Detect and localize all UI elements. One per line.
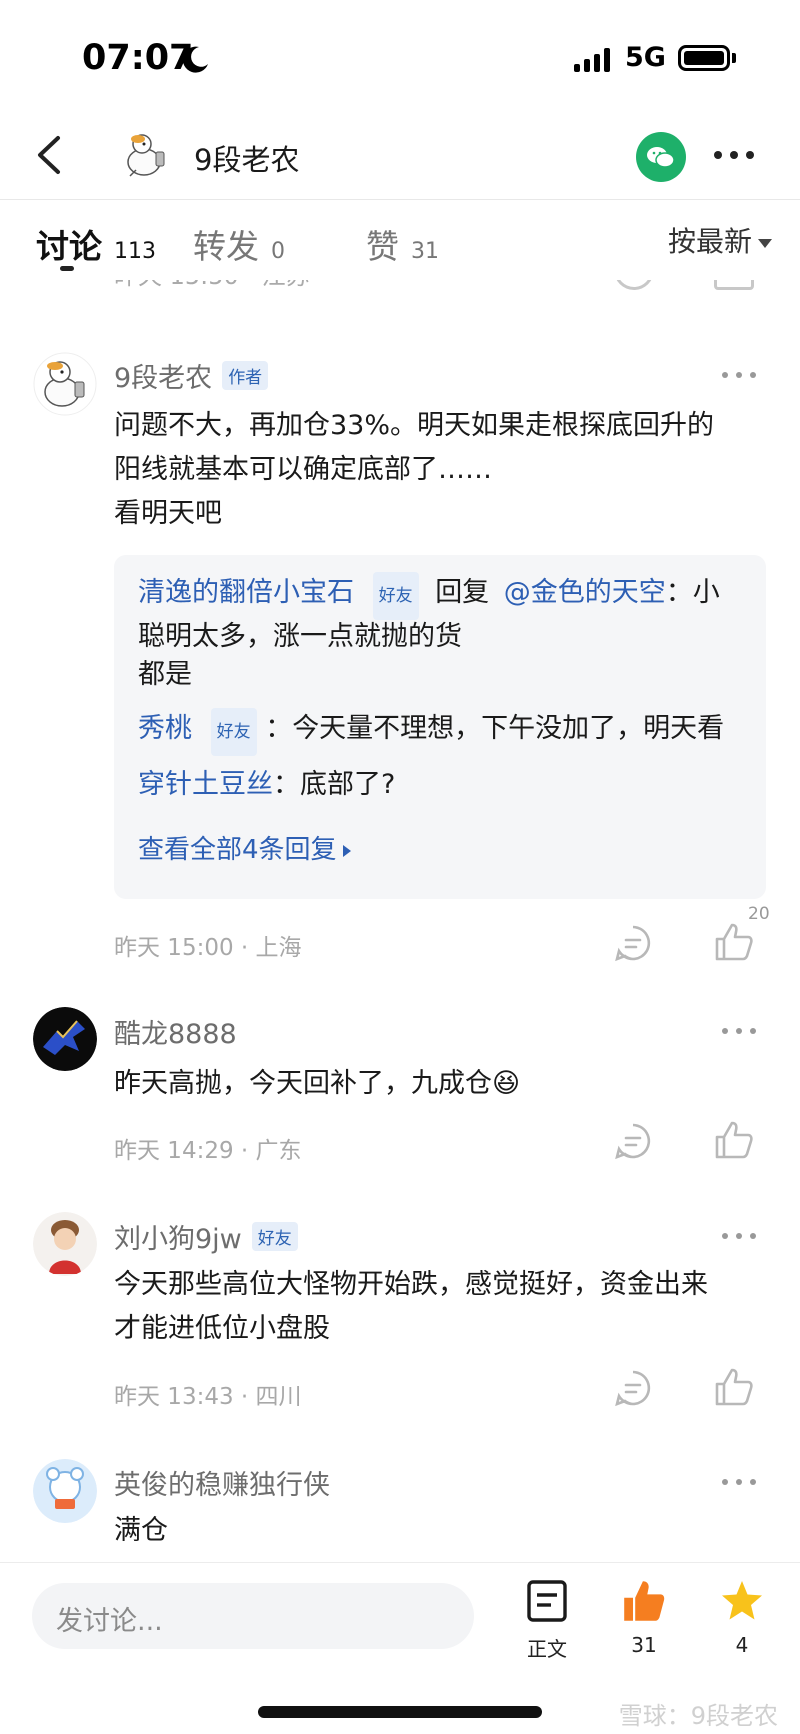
moon-icon xyxy=(182,46,208,73)
comment-text: 满仓 xyxy=(114,1515,168,1546)
home-indicator[interactable] xyxy=(258,1706,542,1718)
reply-icon[interactable] xyxy=(614,1122,652,1160)
nav-header: 9段老农 xyxy=(0,110,800,200)
comment-text: 问题不大，再加仓33%。明天如果走根探底回升的 阳线就基本可以确定底部了…… 看… xyxy=(114,410,715,529)
friend-badge: 好友 xyxy=(210,708,257,756)
thumbs-up-icon[interactable] xyxy=(714,1367,754,1407)
commenter-avatar[interactable] xyxy=(33,352,97,416)
comment-text: 今天那些高位大怪物开始跌，感觉挺好，资金出来 才能进低位小盘股 xyxy=(114,1269,708,1344)
tab-discussion[interactable]: 讨论 113 xyxy=(36,220,156,268)
watermark: 雪球：9段老农 xyxy=(618,1702,778,1730)
thumbs-up-icon[interactable] xyxy=(714,922,754,962)
tab-bar: 讨论 113 转发 0 赞 31 按最新 xyxy=(0,200,800,280)
article-button[interactable]: 正文 xyxy=(512,1579,582,1662)
active-tab-indicator xyxy=(60,266,74,271)
commenter-avatar[interactable] xyxy=(33,1212,97,1276)
comment-more-button[interactable] xyxy=(722,370,758,380)
view-all-replies-link[interactable]: 查看全部4条回复 xyxy=(138,829,351,866)
sort-label: 按最新 xyxy=(667,225,752,258)
status-bar: 07:07 5G xyxy=(0,0,800,110)
favorite-button[interactable]: 4 xyxy=(707,1579,777,1657)
triangle-right-icon xyxy=(342,844,351,857)
reply-item: 穿针土豆丝：底部了? xyxy=(138,769,396,800)
signal-icon xyxy=(574,46,614,72)
more-menu-button[interactable] xyxy=(714,148,756,162)
comment-meta: 昨天 13:43 · 四川 xyxy=(114,1384,302,1410)
reply-user[interactable]: 清逸的翻倍小宝石 xyxy=(138,577,354,608)
page-title[interactable]: 9段老农 xyxy=(194,137,299,179)
reply-target[interactable]: @金色的天空 xyxy=(504,577,666,608)
comment-text: 昨天高抛，今天回补了，九成仓😆 xyxy=(114,1068,521,1099)
comment-meta: 昨天 14:29 · 广东 xyxy=(114,1138,302,1164)
reply-icon[interactable] xyxy=(614,1369,652,1407)
commenter-avatar[interactable] xyxy=(33,1007,97,1071)
friend-badge: 好友 xyxy=(251,1222,298,1251)
like-count: 20 xyxy=(748,904,770,924)
status-time: 07:07 xyxy=(82,38,194,78)
document-icon xyxy=(527,1580,567,1622)
commenter-name[interactable]: 酷龙8888 xyxy=(114,1012,237,1051)
network-label: 5G xyxy=(625,42,666,73)
back-arrow-icon[interactable] xyxy=(30,130,74,180)
reply-preview-box[interactable]: 清逸的翻倍小宝石 好友 回复 @金色的天空：小 聪明太多，涨一点就抛的货 都是 … xyxy=(114,555,766,899)
reply-item: 清逸的翻倍小宝石 好友 回复 @金色的天空：小 xyxy=(138,571,748,620)
friend-badge: 好友 xyxy=(372,572,419,620)
author-badge: 作者 xyxy=(222,361,269,390)
tab-reposts[interactable]: 转发 0 xyxy=(193,220,285,268)
commenter-avatar[interactable] xyxy=(33,1459,97,1523)
author-avatar[interactable] xyxy=(118,126,176,184)
caret-down-icon xyxy=(758,238,772,248)
star-icon xyxy=(722,1581,762,1620)
battery-icon xyxy=(678,45,730,71)
wechat-share-button[interactable] xyxy=(636,132,686,182)
reply-text: 都是 xyxy=(138,659,192,690)
discussion-input[interactable]: 发讨论... xyxy=(32,1583,474,1649)
tab-likes[interactable]: 赞 31 xyxy=(366,220,439,268)
comment-meta: 昨天 15:00 · 上海 xyxy=(114,935,302,961)
battery-tip xyxy=(732,53,736,63)
commenter-name[interactable]: 9段老农 作者 xyxy=(114,356,269,395)
like-post-button[interactable]: 31 xyxy=(609,1579,679,1657)
thumbs-up-icon[interactable] xyxy=(714,1120,754,1160)
sort-dropdown[interactable]: 按最新 xyxy=(668,220,772,260)
comment-more-button[interactable] xyxy=(722,1477,758,1487)
reply-icon[interactable] xyxy=(614,924,652,962)
commenter-name[interactable]: 英俊的稳赚独行侠 xyxy=(114,1463,330,1502)
comment-more-button[interactable] xyxy=(722,1026,758,1036)
reply-user[interactable]: 穿针土豆丝 xyxy=(138,769,273,800)
thumbs-up-filled-icon xyxy=(624,1581,665,1621)
wechat-icon xyxy=(647,147,675,168)
comment-more-button[interactable] xyxy=(722,1231,758,1241)
reply-user[interactable]: 秀桃 xyxy=(138,713,192,744)
commenter-name[interactable]: 刘小狗9jw 好友 xyxy=(114,1217,298,1256)
reply-item: 秀桃 好友 ：今天量不理想，下午没加了，明天看 xyxy=(138,707,748,756)
